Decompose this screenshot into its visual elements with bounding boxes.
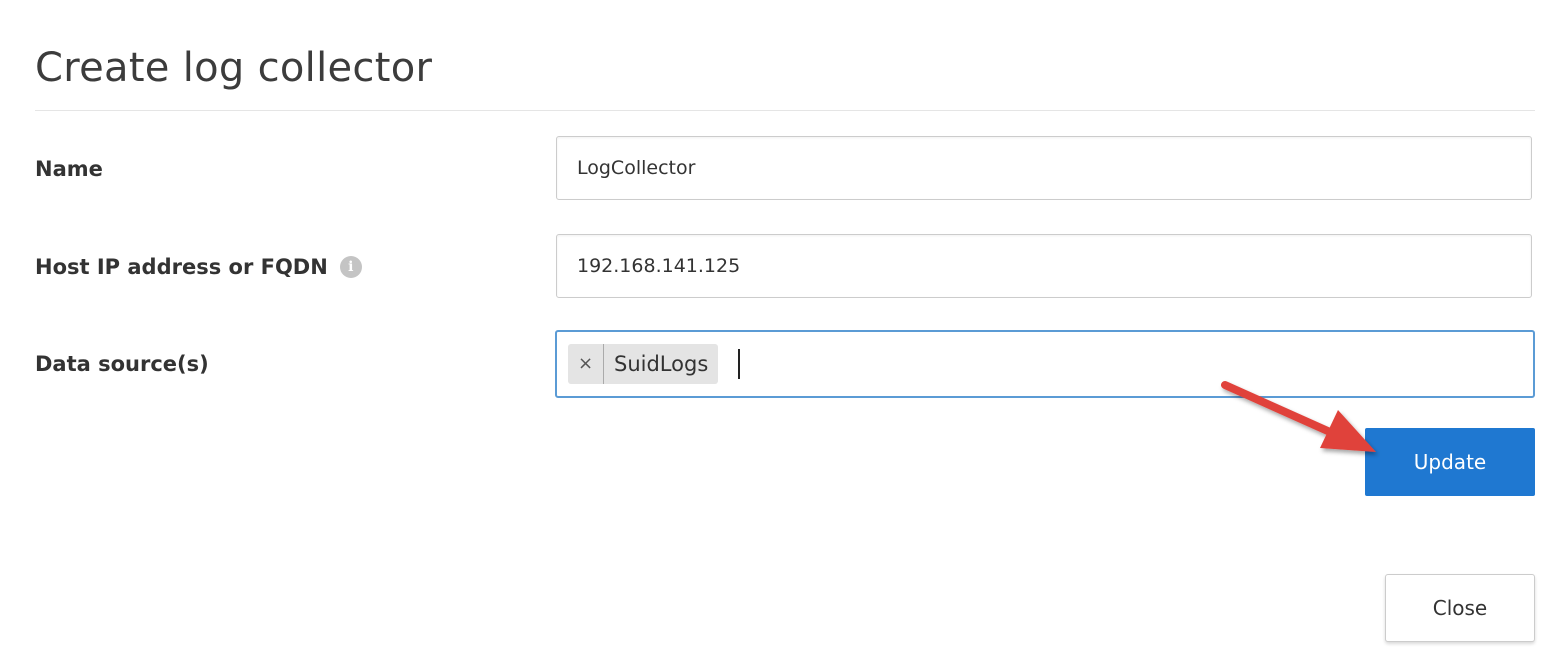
close-button[interactable]: Close bbox=[1385, 574, 1535, 642]
name-label-text: Name bbox=[35, 157, 103, 181]
text-cursor bbox=[738, 349, 741, 379]
data-sources-label: Data source(s) bbox=[35, 349, 209, 379]
host-label: Host IP address or FQDN i bbox=[35, 252, 362, 282]
title-divider bbox=[35, 110, 1535, 111]
data-sources-tag-input[interactable]: × SuidLogs bbox=[555, 330, 1535, 398]
info-icon[interactable]: i bbox=[339, 256, 362, 278]
update-button[interactable]: Update bbox=[1365, 428, 1535, 496]
host-label-text: Host IP address or FQDN bbox=[35, 255, 328, 279]
host-input[interactable] bbox=[556, 234, 1532, 298]
data-sources-label-text: Data source(s) bbox=[35, 352, 209, 376]
tag-label: SuidLogs bbox=[614, 352, 709, 376]
dialog-title: Create log collector bbox=[35, 45, 433, 91]
tag-chip: × SuidLogs bbox=[568, 344, 719, 384]
tag-remove-icon[interactable]: × bbox=[568, 344, 604, 384]
name-input[interactable] bbox=[556, 136, 1532, 200]
name-label: Name bbox=[35, 154, 103, 184]
